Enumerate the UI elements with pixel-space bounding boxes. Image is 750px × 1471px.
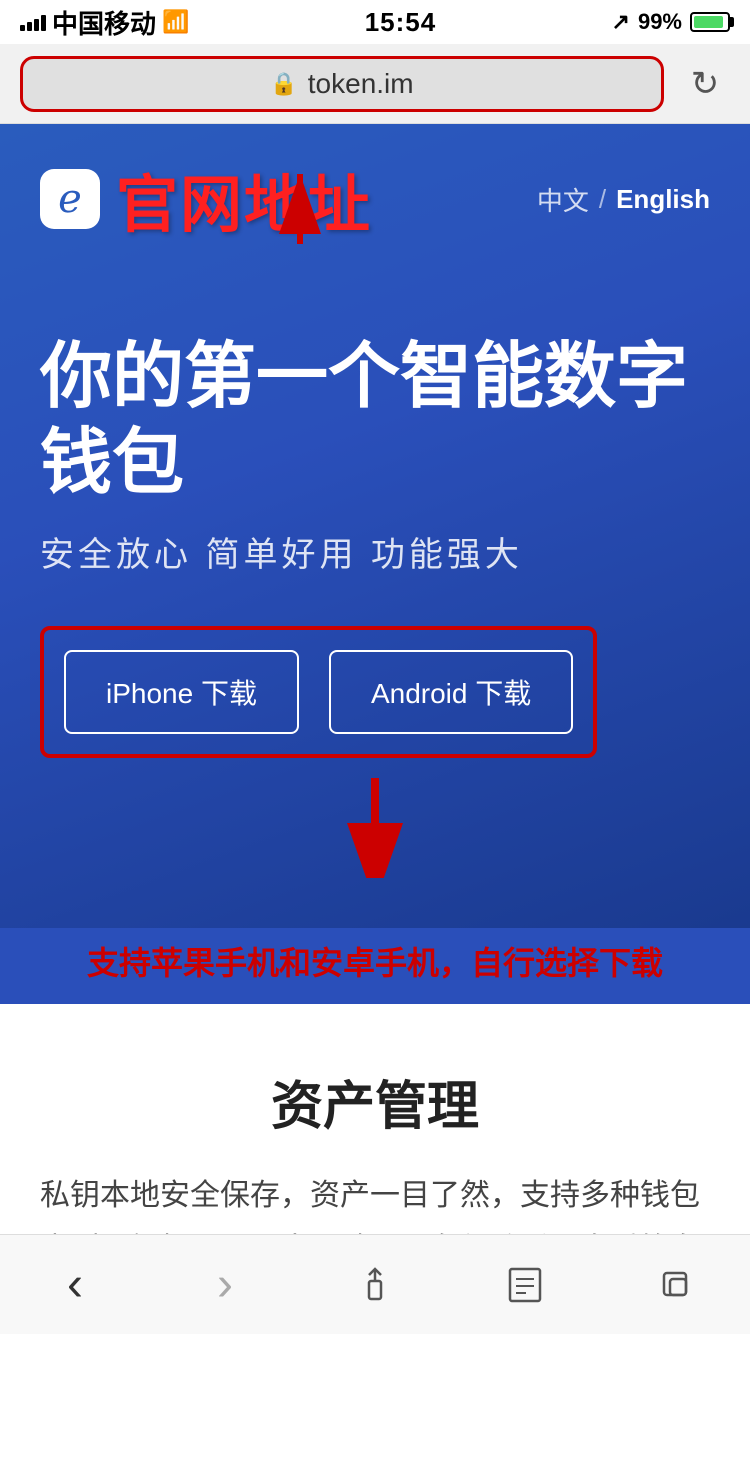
battery-icon (690, 12, 730, 32)
signal-bar-4 (41, 15, 46, 31)
signal-bar-1 (20, 25, 25, 31)
brand-logo: ℯ (40, 169, 100, 229)
wifi-icon: 📶 (162, 9, 189, 35)
hero-title: 你的第一个智能数字钱包 (40, 334, 710, 507)
iphone-download-button[interactable]: iPhone 下载 (64, 650, 299, 734)
share-button[interactable] (335, 1255, 415, 1315)
location-icon: ↗ (612, 9, 630, 35)
lang-en-button[interactable]: English (616, 184, 710, 215)
tabs-icon (656, 1265, 694, 1305)
carrier-label: 中国移动 (52, 4, 156, 41)
bottom-spacer (0, 1371, 750, 1471)
url-text: token.im (308, 68, 414, 100)
status-right: ↗ 99% (612, 9, 730, 35)
annotation-text: 支持苹果手机和安卓手机，自行选择下载 (0, 928, 750, 1004)
lang-divider: / (599, 184, 606, 215)
bookmarks-button[interactable] (485, 1255, 565, 1315)
status-bar: 中国移动 📶 15:54 ↗ 99% (0, 0, 750, 44)
battery-fill (694, 16, 723, 28)
language-switcher[interactable]: 中文 / English (537, 181, 710, 218)
tabs-button[interactable] (635, 1255, 715, 1315)
browser-bar: 🔒 token.im ↻ (0, 44, 750, 124)
signal-bar-2 (27, 22, 32, 31)
back-button[interactable]: ‹ (35, 1255, 115, 1315)
battery-percent: 99% (638, 9, 682, 35)
arrow-down-svg (315, 778, 435, 878)
asset-section-title: 资产管理 (40, 1064, 710, 1139)
hero-section: ℯ 官网地址 中文 / English 你的第一个智能数字钱包 安全放心 简单好… (0, 124, 750, 928)
share-icon (357, 1265, 393, 1305)
reload-button[interactable]: ↻ (680, 64, 730, 104)
signal-bars (20, 13, 46, 31)
download-buttons-container: iPhone 下载 Android 下载 (40, 626, 597, 758)
lang-zh-button[interactable]: 中文 (537, 181, 589, 218)
arrow-up-annotation (40, 284, 710, 344)
arrow-down-area (40, 778, 710, 878)
arrow-up-svg (200, 164, 400, 244)
android-download-button[interactable]: Android 下载 (329, 650, 573, 734)
status-left: 中国移动 📶 (20, 4, 189, 41)
bookmarks-icon (506, 1265, 544, 1305)
address-bar[interactable]: 🔒 token.im (20, 56, 664, 112)
forward-button[interactable]: › (185, 1255, 265, 1315)
signal-bar-3 (34, 19, 39, 31)
lock-icon: 🔒 (270, 71, 297, 97)
time-display: 15:54 (365, 7, 437, 38)
bottom-nav: ‹ › (0, 1234, 750, 1334)
hero-subtitle: 安全放心 简单好用 功能强大 (40, 527, 710, 576)
